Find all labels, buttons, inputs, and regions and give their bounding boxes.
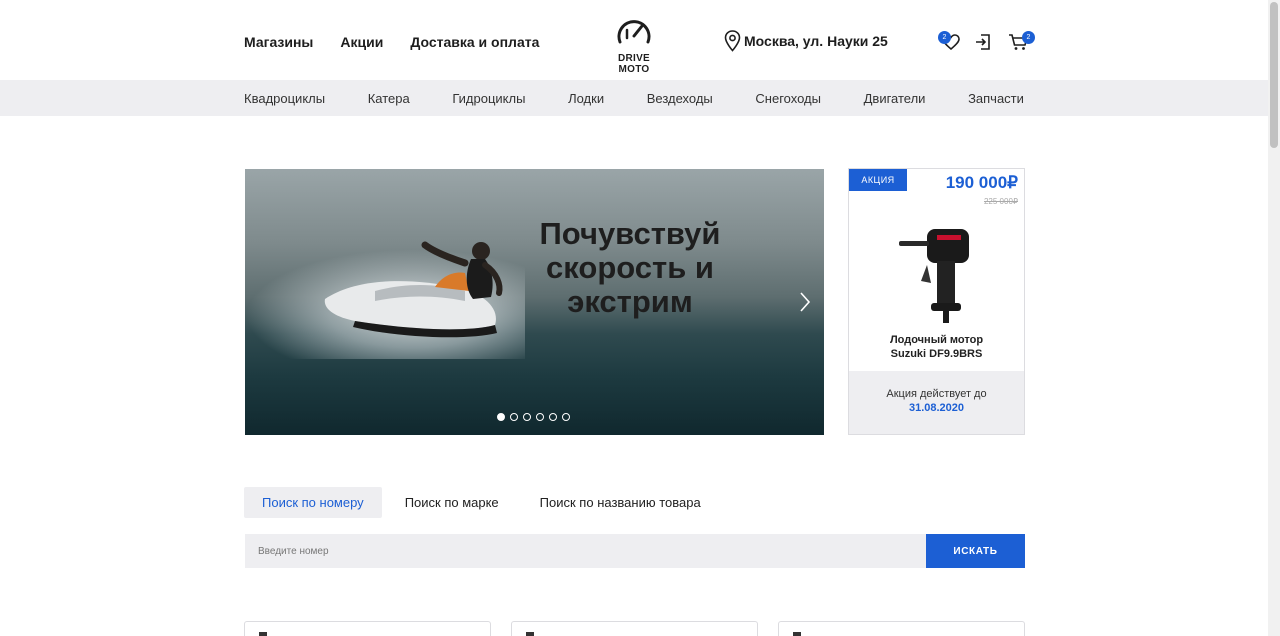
top-nav: Магазины Акции Доставка и оплата: [244, 34, 539, 50]
favorites-button[interactable]: 2: [938, 31, 962, 52]
promo-card[interactable]: АКЦИЯ 190 000₽ 225 000₽ Лодочный мотор S…: [848, 168, 1025, 435]
category-jetski[interactable]: Гидроциклы: [452, 91, 525, 106]
category-atv[interactable]: Квадроциклы: [244, 91, 325, 106]
promo-tag: АКЦИЯ: [849, 169, 907, 191]
jetski-image: [324, 241, 503, 338]
site-logo[interactable]: DRIVE MOTO: [606, 14, 662, 75]
hero-title-line: экстрим: [567, 284, 693, 319]
hero-title: Почувствуй скорость и экстрим: [505, 217, 755, 319]
store-location[interactable]: Москва, ул. Науки 25: [724, 30, 888, 52]
page-scrollbar[interactable]: [1268, 0, 1280, 636]
tab-search-by-brand[interactable]: Поиск по марке: [387, 487, 517, 518]
category-card[interactable]: [244, 621, 491, 636]
search-tabs: Поиск по номеру Поиск по марке Поиск по …: [244, 487, 719, 518]
category-atv-offroad[interactable]: Вездеходы: [647, 91, 713, 106]
slider-dot[interactable]: [549, 413, 557, 421]
slider-next-arrow-icon[interactable]: [798, 291, 812, 313]
promo-valid-date: 31.08.2020: [908, 402, 965, 414]
slider-dot[interactable]: [497, 413, 505, 421]
promo-validity: Акция действует до 31.08.2020: [849, 371, 1024, 434]
category-list: Квадроциклы Катера Гидроциклы Лодки Везд…: [244, 80, 1024, 116]
location-address: Москва, ул. Науки 25: [744, 33, 888, 49]
site-header: Магазины Акции Доставка и оплата DRIVE M…: [0, 0, 1268, 80]
category-snowmobiles[interactable]: Снегоходы: [755, 91, 821, 106]
category-card[interactable]: [511, 621, 758, 636]
logo-text: DRIVE MOTO: [617, 53, 651, 75]
tab-search-by-name[interactable]: Поиск по названию товара: [522, 487, 719, 518]
search-input[interactable]: [245, 534, 926, 568]
hero-slider[interactable]: Почувствуй скорость и экстрим: [245, 169, 824, 435]
category-cards: [244, 621, 1025, 636]
hero-title-line: скорость и: [546, 250, 714, 285]
hero-title-line: Почувствуй: [539, 216, 721, 251]
category-boats-motor[interactable]: Катера: [368, 91, 410, 106]
promo-valid-label: Акция действует до: [886, 388, 987, 400]
outboard-motor-image: [899, 229, 969, 323]
slider-dot[interactable]: [523, 413, 531, 421]
promo-name-line: Suzuki DF9.9BRS: [890, 348, 983, 360]
cart-count-badge: 2: [1022, 31, 1035, 44]
tab-search-by-number[interactable]: Поиск по номеру: [244, 487, 382, 518]
nav-promotions-link[interactable]: Акции: [340, 34, 383, 50]
category-engines[interactable]: Двигатели: [864, 91, 926, 106]
sign-in-icon: [976, 34, 990, 50]
category-boats[interactable]: Лодки: [568, 91, 604, 106]
promo-name-line: Лодочный мотор: [889, 334, 984, 346]
nav-delivery-link[interactable]: Доставка и оплата: [410, 34, 539, 50]
nav-stores-link[interactable]: Магазины: [244, 34, 313, 50]
slider-dots: [497, 413, 570, 421]
scrollbar-thumb[interactable]: [1270, 2, 1278, 148]
category-bar: Квадроциклы Катера Гидроциклы Лодки Везд…: [0, 80, 1268, 116]
promo-price: 190 000₽: [945, 173, 1018, 192]
category-card[interactable]: [778, 621, 1025, 636]
login-button[interactable]: [972, 32, 994, 52]
slider-dot[interactable]: [562, 413, 570, 421]
cart-button[interactable]: 2: [1004, 31, 1035, 52]
promo-product-name: Лодочный мотор Suzuki DF9.9BRS: [849, 333, 1024, 361]
header-actions: 2 2: [938, 31, 1035, 52]
search-button[interactable]: ИСКАТЬ: [926, 534, 1025, 568]
search-form: ИСКАТЬ: [245, 534, 1025, 568]
favorites-count-badge: 2: [938, 31, 951, 44]
promo-old-price: 225 000₽: [983, 197, 1018, 206]
slider-dot[interactable]: [510, 413, 518, 421]
speedometer-logo-icon: [617, 20, 651, 44]
slider-dot[interactable]: [536, 413, 544, 421]
category-parts[interactable]: Запчасти: [968, 91, 1024, 106]
map-pin-icon: [724, 30, 741, 52]
